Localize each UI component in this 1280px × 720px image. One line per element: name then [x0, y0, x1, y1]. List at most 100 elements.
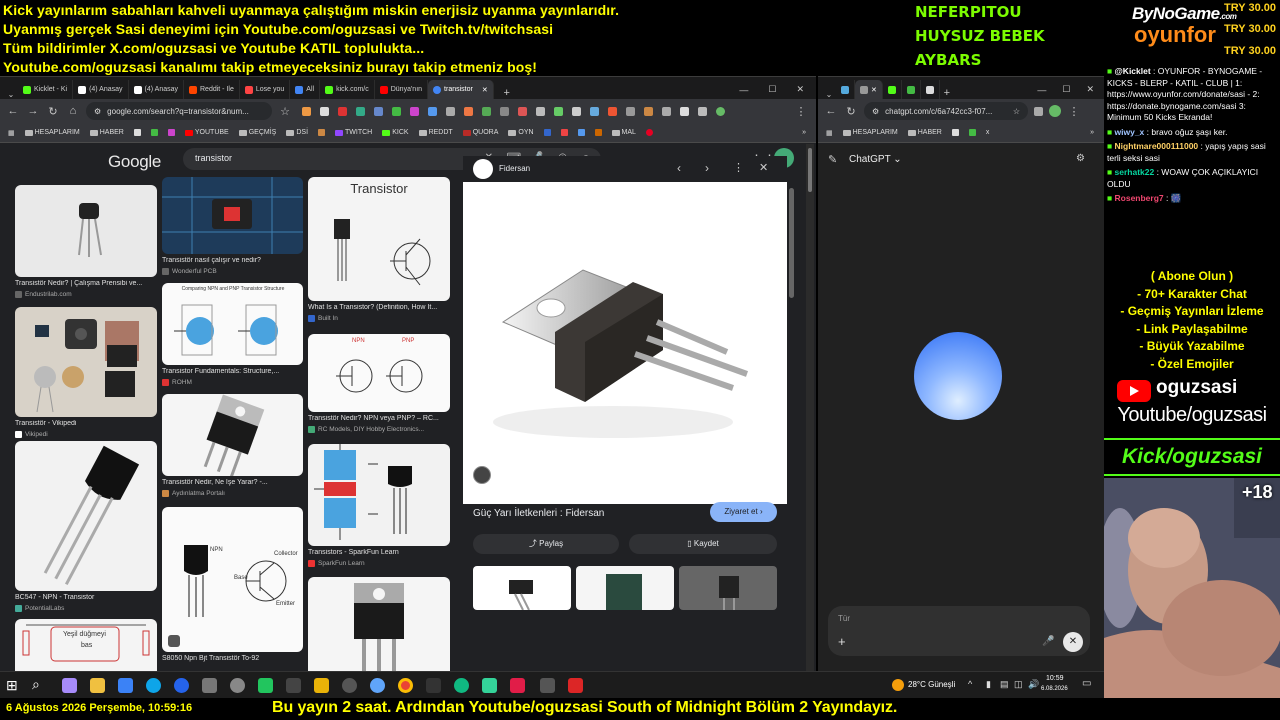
bookmark-folder[interactable]: HABER: [907, 129, 942, 136]
minimize-icon[interactable]: —: [1037, 85, 1046, 95]
bookmarks-grid-icon[interactable]: ▦: [826, 129, 833, 137]
bookmark-folder[interactable]: MAL: [611, 129, 636, 136]
extension-icon[interactable]: [554, 106, 563, 116]
bookmarks-grid-icon[interactable]: ▦: [8, 129, 15, 137]
lens-search-icon[interactable]: [473, 466, 491, 484]
new-tab-icon[interactable]: +: [940, 87, 954, 99]
browser-tab-active[interactable]: transistor ✕: [428, 80, 494, 99]
bookmark-folder[interactable]: TWITCH: [335, 129, 372, 136]
app-icon[interactable]: [286, 678, 301, 693]
extensions-icon[interactable]: [1034, 106, 1043, 116]
visit-button[interactable]: Ziyaret et ›: [710, 502, 777, 522]
bookmark-icon[interactable]: [968, 129, 976, 136]
image-caption[interactable]: Transistör Nedir? | Çalışma Prensibi ve.…: [15, 280, 155, 287]
bookmark-icon[interactable]: [951, 129, 959, 136]
bookmark-star-icon[interactable]: ☆: [1013, 107, 1020, 116]
tab-search-icon[interactable]: ⌄: [4, 90, 18, 99]
model-selector[interactable]: ChatGPT ⌄: [849, 154, 902, 165]
related-image[interactable]: [473, 566, 571, 611]
app-icon[interactable]: [482, 678, 497, 693]
bookmark-icon[interactable]: [318, 129, 326, 136]
edge-beta-icon[interactable]: [174, 678, 189, 693]
image-result[interactable]: [308, 577, 450, 671]
extension-icon[interactable]: [662, 106, 671, 116]
image-result[interactable]: [162, 394, 303, 476]
address-bar[interactable]: ⚙ chatgpt.com/c/6a742cc3-f07... ☆: [864, 102, 1028, 120]
obs-icon[interactable]: [568, 678, 583, 693]
windows-start-icon[interactable]: ⊞: [6, 677, 18, 694]
vivaldi-icon[interactable]: [510, 678, 525, 693]
menu-kebab-icon[interactable]: ⋮: [794, 105, 808, 118]
maximize-icon[interactable]: ☐: [768, 84, 776, 95]
browser-tab[interactable]: (4) Anasay: [73, 80, 129, 99]
extension-icon[interactable]: [392, 106, 401, 116]
image-caption[interactable]: Transistör Nedir, Ne İşe Yarar? -...: [162, 479, 302, 486]
app-icon[interactable]: [540, 678, 555, 693]
save-button[interactable]: ▯ Kaydet: [629, 534, 777, 554]
browser-tab[interactable]: [921, 80, 940, 99]
microphone-icon[interactable]: 🎤: [1042, 636, 1054, 647]
tray-icon[interactable]: ▮: [986, 679, 991, 690]
app-icon[interactable]: [454, 678, 469, 693]
image-caption[interactable]: Transistör Nedir? NPN veya PNP? – RC...: [308, 415, 448, 422]
back-icon[interactable]: ←: [6, 105, 20, 117]
bookmark-folder[interactable]: YOUTUBE: [184, 129, 229, 136]
image-caption[interactable]: Transistors - SparkFun Learn: [308, 549, 448, 556]
image-result[interactable]: NPN PNP: [308, 334, 450, 412]
bookmark-icon[interactable]: [543, 129, 551, 136]
address-bar[interactable]: ⚙ google.com/search?q=transistor&num...: [86, 102, 272, 120]
end-voice-icon[interactable]: ✕: [1063, 632, 1083, 652]
image-result[interactable]: [15, 441, 157, 591]
bookmark-icon[interactable]: [150, 129, 158, 136]
image-caption[interactable]: What Is a Transistor? (Definition, How I…: [308, 304, 448, 311]
weather-text[interactable]: 28°C Güneşli: [908, 680, 955, 689]
image-caption[interactable]: Transistör nasıl çalışır ve nedir?: [162, 257, 302, 264]
extension-icon[interactable]: [446, 106, 455, 116]
preview-title[interactable]: Güç Yarı İletkenleri : Fidersan: [473, 508, 604, 519]
related-image[interactable]: [679, 566, 777, 610]
browser-tab[interactable]: All: [290, 80, 321, 99]
menu-kebab-icon[interactable]: ⋮: [1067, 105, 1081, 118]
extension-icon[interactable]: [374, 106, 383, 116]
extension-icon[interactable]: [608, 106, 617, 116]
bookmark-icon[interactable]: [133, 129, 141, 136]
browser-tab-active[interactable]: ✕: [855, 80, 883, 99]
bookmark-folder[interactable]: REDDT: [418, 129, 453, 136]
browser-tab[interactable]: kick.com/c: [320, 80, 375, 99]
next-icon[interactable]: ›: [705, 161, 709, 175]
extension-icon[interactable]: [302, 106, 311, 116]
network-icon[interactable]: ◫: [1014, 679, 1023, 690]
extension-icon[interactable]: [644, 106, 653, 116]
image-result[interactable]: Yeşil düğmeyi bas: [15, 619, 157, 671]
minimize-icon[interactable]: —: [739, 85, 748, 95]
image-result[interactable]: Transistor: [308, 177, 450, 301]
related-image[interactable]: [576, 566, 674, 610]
profile-avatar-icon[interactable]: [1049, 105, 1061, 117]
more-bookmarks-icon[interactable]: »: [802, 129, 816, 136]
notification-icon[interactable]: ▭: [1082, 678, 1091, 689]
new-tab-icon[interactable]: +: [500, 87, 514, 99]
mail-icon[interactable]: [118, 678, 133, 693]
browser-tab[interactable]: Reddit - Ile: [184, 80, 240, 99]
scrollbar-thumb[interactable]: [789, 188, 794, 298]
maximize-icon[interactable]: ☐: [1062, 84, 1070, 95]
bookmark-folder[interactable]: OYN: [508, 129, 534, 136]
extension-icon[interactable]: [356, 106, 365, 116]
browser-tab[interactable]: (4) Anasay: [129, 80, 184, 99]
close-preview-icon[interactable]: ✕: [759, 161, 768, 174]
camera-icon[interactable]: [202, 678, 217, 693]
extension-icon[interactable]: [698, 106, 707, 116]
image-caption[interactable]: BC547 - NPN - Transistor: [15, 594, 155, 601]
image-result[interactable]: [308, 444, 450, 546]
reload-icon[interactable]: ↻: [46, 105, 60, 118]
bookmark-folder[interactable]: HABER: [89, 129, 124, 136]
bookmark-icon[interactable]: [167, 129, 175, 136]
file-explorer-icon[interactable]: [90, 678, 105, 693]
search-icon[interactable]: ⌕: [32, 676, 40, 693]
extension-icon[interactable]: [626, 106, 635, 116]
bookmark-folder[interactable]: DSİ: [286, 129, 308, 136]
previous-icon[interactable]: ‹: [677, 161, 681, 175]
extension-icon[interactable]: [410, 106, 419, 116]
browser-tab[interactable]: Lose you: [240, 80, 291, 99]
bookmark-icon[interactable]: [560, 129, 568, 136]
